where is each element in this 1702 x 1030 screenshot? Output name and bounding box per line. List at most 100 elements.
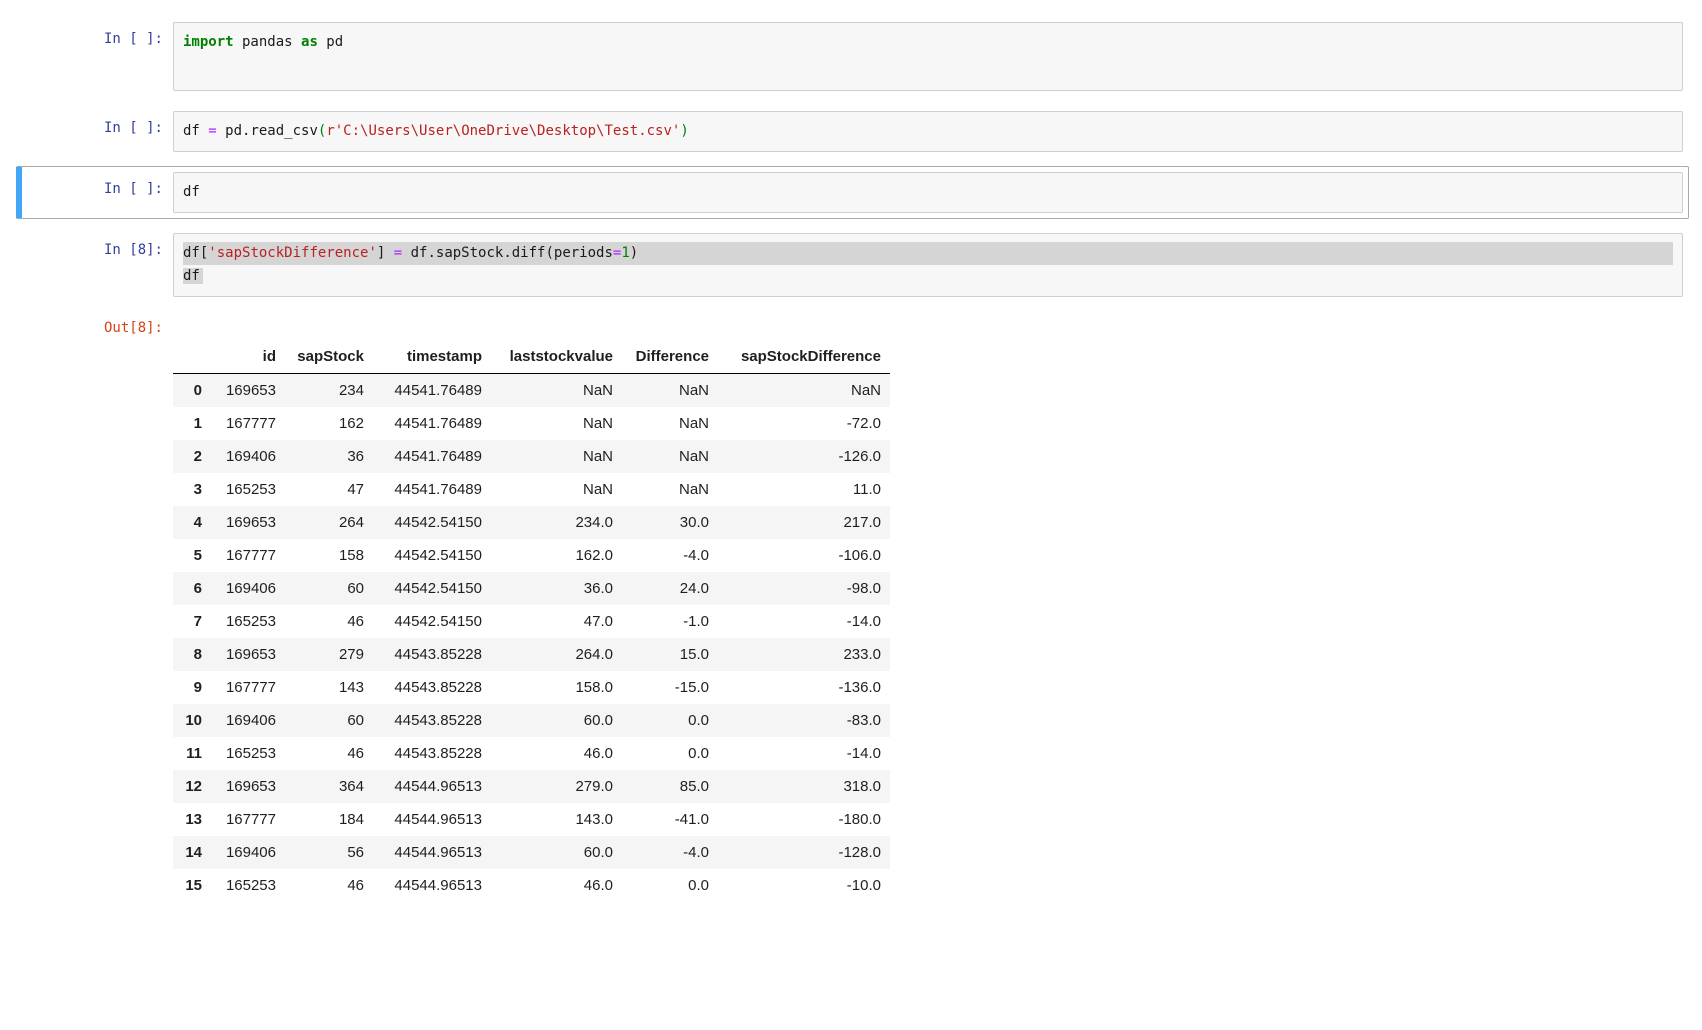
- table-cell: -14.0: [846, 745, 881, 762]
- table-cell: -4.0: [683, 844, 709, 861]
- table-cell: 158: [338, 547, 364, 564]
- input-prompt: In [ ]:: [103, 31, 163, 47]
- table-cell: 169406: [225, 580, 276, 597]
- table-cell: 11.0: [852, 481, 881, 498]
- table-cell: 44544.96513: [394, 778, 482, 795]
- row-index: 11: [186, 745, 202, 762]
- row-index: 10: [185, 712, 202, 729]
- table-cell: 44543.85228: [394, 679, 482, 696]
- table-cell: 165253: [225, 481, 276, 498]
- table-cell: -15.0: [674, 679, 709, 696]
- header-row: id sapStock timestamp laststockvalue Differe…: [173, 340, 890, 374]
- dataframe-table: id sapStock timestamp laststockvalue Differe…: [173, 340, 890, 902]
- table-cell: -4.0: [683, 547, 709, 564]
- table-cell: NaN: [582, 481, 613, 498]
- table-cell: 169653: [225, 382, 276, 399]
- table-cell: 0.0: [688, 745, 709, 762]
- table-cell: 264.0: [575, 646, 613, 663]
- table-cell: 44541.76489: [394, 448, 482, 465]
- table-cell: 47.0: [583, 613, 613, 630]
- code-token: as: [301, 34, 318, 50]
- output-area: Out[8]: id sapStock timestamp laststockvalu…: [16, 311, 1689, 902]
- code-token: ]: [376, 245, 394, 261]
- table-cell: 167777: [225, 679, 276, 696]
- table-row: 7 165253 46 44542.54150 47.0 -1.0 -14.0: [173, 605, 890, 638]
- table-cell: -106.0: [838, 547, 881, 564]
- code-token: import: [183, 34, 234, 50]
- table-cell: -126.0: [838, 448, 881, 465]
- table-cell: -83.0: [846, 712, 881, 729]
- input-prompt: In [ ]:: [103, 181, 163, 197]
- table-cell: 44542.54150: [394, 613, 482, 630]
- table-cell: 165253: [225, 877, 276, 894]
- table-cell: 0.0: [688, 877, 709, 894]
- table-cell: 46: [347, 613, 364, 630]
- table-cell: 44541.76489: [394, 415, 482, 432]
- code-editor-import[interactable]: import pandas as pd: [173, 22, 1683, 91]
- code-cell-diff[interactable]: In [8]: df['sapStockDifference'] = df.sa…: [16, 227, 1689, 303]
- row-index: 15: [185, 877, 202, 894]
- table-cell: -1.0: [683, 613, 709, 630]
- table-row: 1 167777 162 44541.76489 NaN NaN -72.0: [173, 407, 890, 440]
- code-token: df: [183, 268, 200, 284]
- table-cell: 167777: [225, 547, 276, 564]
- code-token: ): [680, 123, 689, 139]
- table-cell: 165253: [225, 745, 276, 762]
- table-cell: 46: [347, 745, 364, 762]
- table-cell: -180.0: [838, 811, 881, 828]
- code-token: r'C:\Users\User\OneDrive\Desktop\Test.cs…: [326, 123, 681, 139]
- table-cell: 44541.76489: [394, 382, 482, 399]
- table-cell: NaN: [582, 382, 613, 399]
- column-header: [173, 340, 211, 374]
- dataframe-body: 0 169653 234 44541.76489 NaN NaN NaN 1 167777 162…: [173, 373, 890, 903]
- code-editor-diff[interactable]: df['sapStockDifference'] = df.sapStock.d…: [173, 233, 1683, 297]
- table-cell: 158.0: [575, 679, 613, 696]
- table-row: 9 167777 143 44543.85228 158.0 -15.0 -136.0: [173, 671, 890, 704]
- table-row: 2 169406 36 44541.76489 NaN NaN -126.0: [173, 440, 890, 473]
- table-cell: -98.0: [846, 580, 881, 597]
- code-cell-import[interactable]: In [ ]: import pandas as pd: [16, 16, 1689, 97]
- code-line: import pandas as pd: [183, 31, 1673, 54]
- table-cell: 44542.54150: [394, 514, 482, 531]
- table-cell: 264: [338, 514, 364, 531]
- table-cell: 143.0: [575, 811, 613, 828]
- table-cell: 0.0: [688, 712, 709, 729]
- code-cell-df-selected[interactable]: In [ ]: df: [16, 166, 1689, 219]
- code-cell-read-csv[interactable]: In [ ]: df = pd.read_csv(r'C:\Users\User…: [16, 105, 1689, 158]
- table-cell: 169406: [225, 712, 276, 729]
- table-cell: NaN: [678, 382, 709, 399]
- table-row: 13 167777 184 44544.96513 143.0 -41.0 -180.0: [173, 803, 890, 836]
- code-token: df: [183, 123, 209, 139]
- table-cell: 162: [338, 415, 364, 432]
- table-cell: 169653: [225, 514, 276, 531]
- table-cell: 234: [338, 382, 364, 399]
- table-cell: 44542.54150: [394, 547, 482, 564]
- row-index: 13: [185, 811, 202, 828]
- table-cell: 60.0: [583, 844, 613, 861]
- column-header: sapStock: [285, 340, 373, 374]
- input-prompt: In [ ]:: [103, 120, 163, 136]
- table-cell: 60.0: [583, 712, 613, 729]
- code-editor-df[interactable]: df: [173, 172, 1683, 213]
- row-index: 4: [193, 514, 202, 531]
- selected-text: df: [183, 268, 203, 284]
- code-editor-read-csv[interactable]: df = pd.read_csv(r'C:\Users\User\OneDriv…: [173, 111, 1683, 152]
- row-index: 1: [193, 415, 202, 432]
- code-line: df: [183, 181, 1673, 204]
- table-cell: 169406: [225, 448, 276, 465]
- output-content: id sapStock timestamp laststockvalue Differe…: [173, 311, 1684, 902]
- code-token: 1: [621, 245, 630, 261]
- table-cell: -14.0: [846, 613, 881, 630]
- table-cell: 169653: [225, 646, 276, 663]
- input-prompt: In [8]:: [103, 242, 163, 258]
- table-cell: NaN: [850, 382, 881, 399]
- table-cell: 318.0: [843, 778, 881, 795]
- table-row: 14 169406 56 44544.96513 60.0 -4.0 -128.0: [173, 836, 890, 869]
- table-cell: -10.0: [846, 877, 881, 894]
- table-cell: 143: [338, 679, 364, 696]
- row-index: 12: [185, 778, 202, 795]
- table-cell: 234.0: [575, 514, 613, 531]
- table-row: 6 169406 60 44542.54150 36.0 24.0 -98.0: [173, 572, 890, 605]
- table-cell: 47: [347, 481, 364, 498]
- table-cell: 167777: [225, 415, 276, 432]
